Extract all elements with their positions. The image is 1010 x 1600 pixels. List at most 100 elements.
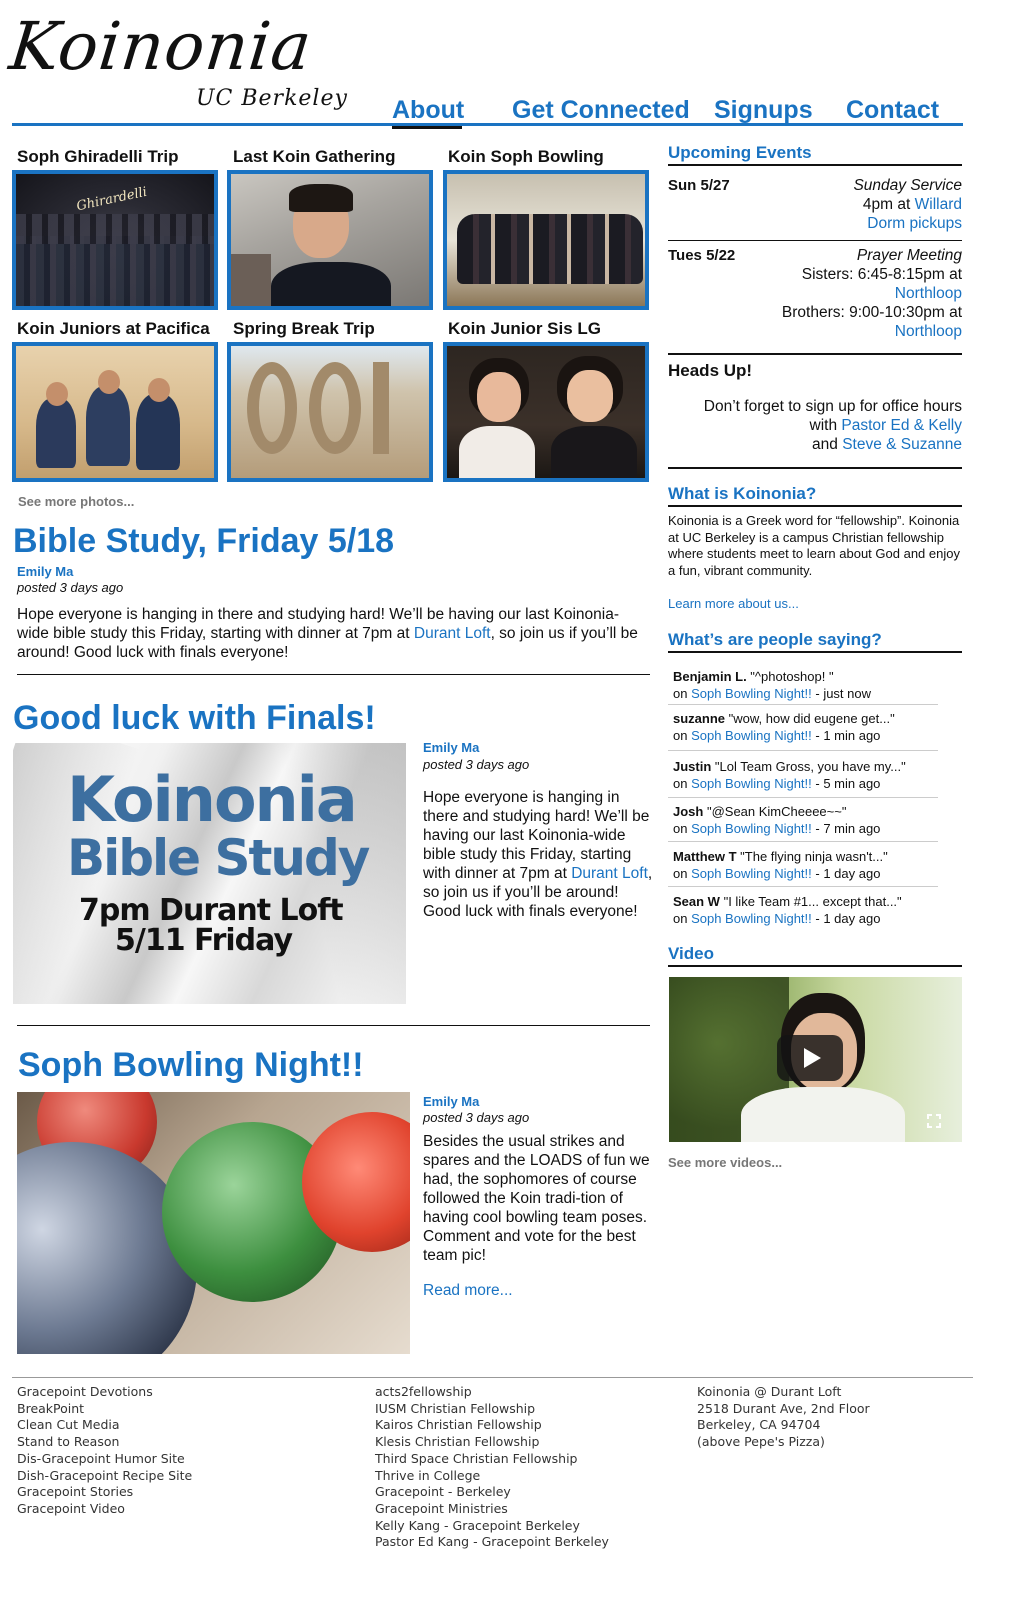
comment-time: - 5 min ago — [811, 776, 881, 791]
post-2-body: Hope everyone is hanging in there and st… — [423, 788, 653, 921]
footer-link[interactable]: Kairos Christian Fellowship — [375, 1417, 675, 1434]
comment-item[interactable]: Sean W "I like Team #1... except that...… — [673, 893, 943, 927]
fullscreen-icon[interactable] — [927, 1114, 941, 1128]
flyer-line-bible-study: Bible Study — [67, 829, 370, 887]
footer-link[interactable]: Gracepoint Stories — [17, 1484, 347, 1501]
heads-up-body: Don’t forget to sign up for office hours… — [680, 397, 962, 454]
comment-on: on — [673, 686, 692, 701]
event-2-sisters-location-link[interactable]: Northloop — [895, 285, 962, 302]
photo-title-5[interactable]: Spring Break Trip — [233, 319, 375, 339]
event-1-location-link[interactable]: Willard — [915, 196, 962, 213]
photo-thumb-3[interactable] — [443, 170, 649, 310]
comment-item[interactable]: suzanne "wow, how did eugene get..." on … — [673, 710, 943, 744]
see-more-videos-link[interactable]: See more videos... — [668, 1155, 782, 1170]
comment-author[interactable]: Sean W — [673, 894, 720, 909]
event-1-pickups-link[interactable]: Dorm pickups — [867, 215, 962, 232]
footer-link[interactable]: Dis-Gracepoint Humor Site — [17, 1451, 347, 1468]
comment-post-link[interactable]: Soph Bowling Night!! — [691, 686, 812, 701]
footer-link[interactable]: IUSM Christian Fellowship — [375, 1401, 675, 1418]
sidebar-rule — [668, 965, 962, 967]
event-2-brothers-location-link[interactable]: Northloop — [895, 323, 962, 340]
footer-link[interactable]: Gracepoint Ministries — [375, 1501, 675, 1518]
ghirardelli-sign: Ghirardelli — [75, 184, 149, 215]
footer-link[interactable]: Gracepoint Devotions — [17, 1384, 347, 1401]
photo-title-3[interactable]: Koin Soph Bowling — [448, 147, 604, 167]
nav-contact[interactable]: Contact — [846, 96, 939, 125]
comment-item[interactable]: Benjamin L. "^photoshop! " on Soph Bowli… — [673, 668, 943, 702]
comment-item[interactable]: Matthew T "The flying ninja wasn't..." o… — [673, 848, 943, 882]
steve-suzanne-link[interactable]: Steve & Suzanne — [842, 436, 962, 453]
learn-more-link[interactable]: Learn more about us... — [668, 596, 799, 613]
post-2-author[interactable]: Emily Ma — [423, 740, 479, 755]
post-divider — [17, 1025, 650, 1026]
play-button-icon[interactable] — [777, 1035, 843, 1081]
footer-link[interactable]: Thrive in College — [375, 1468, 675, 1485]
photo-thumb-1[interactable]: Ghirardelli — [12, 170, 218, 310]
comment-item[interactable]: Josh "@Sean KimCheeee~~" on Soph Bowling… — [673, 803, 943, 837]
post-2-durant-loft-link[interactable]: Durant Loft — [571, 865, 648, 882]
footer-link[interactable]: Kelly Kang - Gracepoint Berkeley — [375, 1518, 675, 1535]
footer-link[interactable]: Third Space Christian Fellowship — [375, 1451, 675, 1468]
upcoming-events-heading: Upcoming Events — [668, 143, 812, 162]
what-is-koinonia-body: Koinonia is a Greek word for “fellowship… — [668, 513, 960, 578]
photo-thumb-4[interactable] — [12, 342, 218, 482]
comment-author[interactable]: Josh — [673, 804, 703, 819]
post-3-title[interactable]: Soph Bowling Night!! — [18, 1046, 364, 1085]
event-1-title: Sunday Service — [853, 177, 962, 194]
pastor-ed-kelly-link[interactable]: Pastor Ed & Kelly — [841, 417, 962, 434]
comment-author[interactable]: Justin — [673, 759, 711, 774]
comment-author[interactable]: Benjamin L. — [673, 669, 747, 684]
post-3-bowling-image[interactable] — [17, 1092, 410, 1354]
comment-author[interactable]: suzanne — [673, 711, 725, 726]
comment-divider — [668, 886, 938, 887]
photo-thumb-2[interactable] — [227, 170, 433, 310]
post-3-date: posted 3 days ago — [423, 1110, 530, 1125]
event-2-sisters-time: Sisters: 6:45-8:15pm at — [801, 266, 962, 283]
footer-link[interactable]: Gracepoint - Berkeley — [375, 1484, 675, 1501]
footer-link[interactable]: Dish-Gracepoint Recipe Site — [17, 1468, 347, 1485]
address-line: (above Pepe's Pizza) — [697, 1434, 825, 1450]
photo-thumb-6[interactable] — [443, 342, 649, 482]
footer-link[interactable]: Gracepoint Video — [17, 1501, 347, 1518]
video-player[interactable] — [669, 977, 962, 1142]
photo-title-1[interactable]: Soph Ghiradelli Trip — [17, 147, 179, 167]
see-more-photos-link[interactable]: See more photos... — [18, 494, 134, 509]
comment-time: - 1 day ago — [811, 911, 881, 926]
post-3-author[interactable]: Emily Ma — [423, 1094, 479, 1109]
site-logo[interactable]: Koinonia — [6, 8, 316, 85]
photo-title-4[interactable]: Koin Juniors at Pacifica — [17, 319, 210, 339]
photo-title-6[interactable]: Koin Junior Sis LG — [448, 319, 601, 339]
comment-post-link[interactable]: Soph Bowling Night!! — [691, 728, 812, 743]
post-1-date: posted 3 days ago — [17, 580, 124, 595]
footer-link[interactable]: BreakPoint — [17, 1401, 347, 1418]
nav-signups[interactable]: Signups — [714, 96, 813, 125]
footer-link[interactable]: Stand to Reason — [17, 1434, 347, 1451]
post-3-read-more-link[interactable]: Read more... — [423, 1282, 513, 1300]
comment-author[interactable]: Matthew T — [673, 849, 737, 864]
post-2-date: posted 3 days ago — [423, 757, 530, 772]
post-1-author[interactable]: Emily Ma — [17, 564, 73, 579]
post-1-title[interactable]: Bible Study, Friday 5/18 — [13, 522, 394, 561]
comment-post-link[interactable]: Soph Bowling Night!! — [691, 911, 812, 926]
photo-title-2[interactable]: Last Koin Gathering — [233, 147, 395, 167]
event-divider — [668, 240, 962, 241]
footer-link[interactable]: Pastor Ed Kang - Gracepoint Berkeley — [375, 1534, 675, 1551]
post-2-flyer-image[interactable]: Koinonia Bible Study 7pm Durant Loft 5/1… — [13, 743, 406, 1004]
nav-get-connected[interactable]: Get Connected — [512, 96, 690, 125]
footer-link[interactable]: Clean Cut Media — [17, 1417, 347, 1434]
comment-post-link[interactable]: Soph Bowling Night!! — [691, 866, 812, 881]
comment-item[interactable]: Justin "Lol Team Gross, you have my..." … — [673, 758, 943, 792]
comment-post-link[interactable]: Soph Bowling Night!! — [691, 821, 812, 836]
nav-about[interactable]: About — [392, 96, 464, 125]
post-1-durant-loft-link[interactable]: Durant Loft — [414, 625, 491, 642]
footer-link[interactable]: Klesis Christian Fellowship — [375, 1434, 675, 1451]
footer-link[interactable]: acts2fellowship — [375, 1384, 675, 1401]
heads-up-with: with — [809, 417, 842, 434]
post-2-title[interactable]: Good luck with Finals! — [13, 699, 376, 738]
footer-rule — [12, 1377, 973, 1378]
post-1-body: Hope everyone is hanging in there and st… — [17, 605, 650, 662]
event-2-brothers-time: Brothers: 9:00-10:30pm at — [781, 304, 962, 321]
comment-post-link[interactable]: Soph Bowling Night!! — [691, 776, 812, 791]
heads-up-line-1: Don’t forget to sign up for office hours — [703, 398, 962, 415]
photo-thumb-5[interactable] — [227, 342, 433, 482]
